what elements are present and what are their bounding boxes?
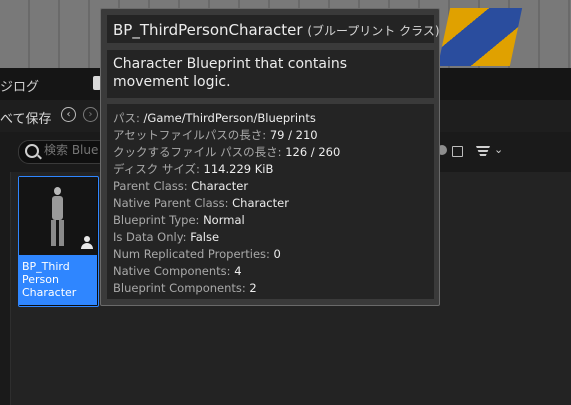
property-row: Num Replicated Properties: 0 bbox=[113, 247, 281, 261]
property-row: パス: /Game/ThirdPerson/Blueprints bbox=[113, 111, 316, 125]
property-row: Blueprint Components: 2 bbox=[113, 281, 257, 295]
property-row: Is Data Only: False bbox=[113, 230, 220, 244]
folder-tree-panel bbox=[0, 172, 11, 405]
tooltip-description: Character Blueprint that contains moveme… bbox=[113, 56, 348, 90]
viewport-mesh bbox=[437, 8, 523, 66]
property-row: Native Components: 4 bbox=[113, 264, 242, 278]
arrow-right-icon[interactable]: › bbox=[83, 107, 98, 122]
chevron-down-icon[interactable]: ⌄ bbox=[494, 143, 503, 156]
property-row: クックするファイル パスの長さ: 126 / 260 bbox=[113, 145, 341, 159]
character-icon bbox=[80, 236, 94, 250]
save-all-button[interactable]: べて保存 bbox=[0, 108, 51, 127]
property-row: アセットファイルパスの長さ: 79 / 210 bbox=[113, 128, 318, 142]
property-row: ディスク サイズ: 114.229 KiB bbox=[113, 162, 274, 176]
property-row: Parent Class: Character bbox=[113, 179, 249, 193]
search-icon bbox=[25, 144, 39, 158]
arrow-left-icon[interactable]: ‹ bbox=[61, 107, 76, 122]
tooltip-title: BP_ThirdPersonCharacter (ブループリント クラス) bbox=[113, 21, 440, 39]
save-icon[interactable] bbox=[452, 146, 463, 157]
asset-label: BP_Third Person Character bbox=[22, 260, 77, 299]
tooltip-title-text: BP_ThirdPersonCharacter bbox=[113, 21, 303, 39]
search-input[interactable] bbox=[44, 143, 104, 157]
property-row: Native Parent Class: Character bbox=[113, 196, 289, 210]
output-log-tab[interactable]: ジログ bbox=[0, 76, 39, 95]
mannequin-figure bbox=[49, 187, 65, 247]
tooltip-title-suffix: (ブループリント クラス) bbox=[307, 24, 440, 38]
tooltip-properties: パス: /Game/ThirdPerson/Blueprints アセットファイ… bbox=[113, 110, 428, 297]
property-row: Blueprint Type: Normal bbox=[113, 213, 245, 227]
